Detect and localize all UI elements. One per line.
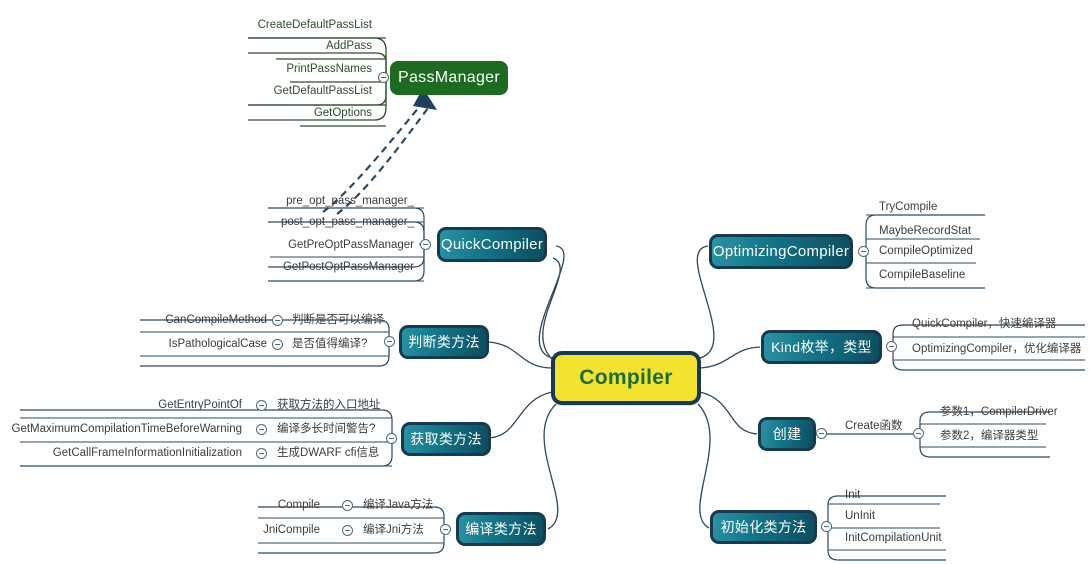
node-get-methods-label: 获取类方法 (410, 431, 482, 447)
node-pass-manager-label: PassManager (397, 69, 501, 86)
collapse-toggle-compile[interactable] (342, 500, 353, 511)
leaf-get-call-frame-information-initialization[interactable]: GetCallFrameInformationInitialization (10, 447, 242, 460)
leaf-compile-optimized[interactable]: CompileOptimized (879, 245, 973, 258)
node-create-label: 创建 (772, 426, 802, 442)
note-get-entry-point-of: 获取方法的入口地址 (277, 399, 381, 411)
leaf-init-compilation-unit[interactable]: InitCompilationUnit (845, 532, 942, 545)
note-get-call-frame-information-initialization: 生成DWARF cfi信息 (277, 447, 380, 459)
note-jni-compile: 编译Jni方法 (363, 524, 424, 536)
node-compile-methods[interactable]: 编译类方法 (456, 512, 546, 546)
leaf-add-pass[interactable]: AddPass (172, 40, 372, 53)
node-kind-enum[interactable]: Kind枚举，类型 (761, 330, 882, 364)
leaf-post-opt-pass-manager[interactable]: post_opt_pass_manager_ (182, 216, 414, 229)
collapse-toggle-get-entry-point-of[interactable] (256, 400, 267, 411)
leaf-get-options[interactable]: GetOptions (172, 107, 372, 120)
collapse-toggle-create[interactable] (816, 428, 827, 439)
node-judge-methods-label: 判断类方法 (408, 334, 480, 350)
leaf-get-pre-opt-pass-manager[interactable]: GetPreOptPassManager (182, 239, 414, 252)
node-init-methods-label: 初始化类方法 (720, 519, 807, 535)
leaf-maybe-record-stat[interactable]: MaybeRecordStat (879, 225, 971, 238)
collapse-toggle-init-methods[interactable] (821, 521, 832, 532)
leaf-compile[interactable]: Compile (210, 499, 320, 512)
leaf-can-compile-method[interactable]: CanCompileMethod (40, 314, 267, 327)
collapse-toggle-create-function[interactable] (913, 428, 924, 439)
node-kind-enum-label: Kind枚举，类型 (771, 339, 872, 355)
collapse-toggle-get-methods[interactable] (386, 433, 397, 444)
leaf-init[interactable]: Init (845, 489, 860, 502)
leaf-get-default-pass-list[interactable]: GetDefaultPassList (172, 85, 372, 98)
collapse-toggle-pass-manager[interactable] (378, 72, 389, 83)
leaf-get-maximum-compilation-time[interactable]: GetMaximumCompilationTimeBeforeWarning (10, 423, 243, 436)
collapse-toggle-get-call-frame-information-initialization[interactable] (256, 448, 267, 459)
collapse-toggle-compile-methods[interactable] (440, 524, 451, 535)
center-node-compiler[interactable]: Compiler (551, 351, 701, 405)
node-pass-manager[interactable]: PassManager (390, 61, 508, 95)
leaf-get-post-opt-pass-manager[interactable]: GetPostOptPassManager (182, 261, 414, 274)
node-optimizing-compiler-label: OptimizingCompiler (712, 243, 850, 260)
leaf-compile-baseline[interactable]: CompileBaseline (879, 269, 965, 282)
collapse-toggle-optimizing-compiler[interactable] (858, 246, 869, 257)
node-init-methods[interactable]: 初始化类方法 (710, 510, 817, 544)
leaf-uninit[interactable]: UnInit (845, 510, 875, 523)
leaf-create-default-pass-list[interactable]: CreateDefaultPassList (172, 19, 372, 32)
node-create[interactable]: 创建 (758, 417, 816, 451)
leaf-jni-compile[interactable]: JniCompile (210, 524, 320, 537)
node-compile-methods-label: 编译类方法 (465, 521, 537, 537)
leaf-create-function[interactable]: Create函数 (845, 420, 903, 433)
leaf-get-entry-point-of[interactable]: GetEntryPointOf (10, 399, 242, 412)
note-compile: 编译Java方法 (363, 499, 434, 511)
leaf-try-compile[interactable]: TryCompile (879, 201, 937, 214)
node-quick-compiler[interactable]: QuickCompiler (437, 227, 547, 262)
collapse-toggle-get-maximum-compilation-time[interactable] (256, 424, 267, 435)
node-quick-compiler-label: QuickCompiler (440, 236, 544, 253)
leaf-print-pass-names[interactable]: PrintPassNames (172, 63, 372, 76)
leaf-is-pathological-case[interactable]: IsPathologicalCase (40, 338, 267, 351)
note-get-maximum-compilation-time: 编译多长时间警告? (277, 423, 376, 435)
collapse-toggle-can-compile-method[interactable] (272, 315, 283, 326)
collapse-toggle-quick-compiler[interactable] (420, 239, 431, 250)
center-node-label: Compiler (579, 366, 673, 389)
node-optimizing-compiler[interactable]: OptimizingCompiler (709, 234, 853, 269)
note-is-pathological-case: 是否值得编译? (292, 338, 368, 350)
mindmap-canvas: Compiler PassManager CreateDefaultPassLi… (0, 0, 1090, 564)
leaf-kind-optimizing-compiler[interactable]: OptimizingCompiler，优化编译器 (912, 343, 1081, 356)
note-can-compile-method: 判断是否可以编译 (292, 314, 384, 326)
node-get-methods[interactable]: 获取类方法 (401, 422, 491, 456)
leaf-create-param-2[interactable]: 参数2，编译器类型 (940, 430, 1038, 443)
collapse-toggle-jni-compile[interactable] (342, 525, 353, 536)
collapse-toggle-is-pathological-case[interactable] (272, 339, 283, 350)
collapse-toggle-kind-enum[interactable] (886, 341, 897, 352)
leaf-pre-opt-pass-manager[interactable]: pre_opt_pass_manager_ (182, 195, 414, 208)
leaf-create-param-1[interactable]: 参数1，CompilerDriver (940, 406, 1058, 419)
leaf-kind-quick-compiler[interactable]: QuickCompiler，快速编译器 (912, 318, 1056, 331)
collapse-toggle-judge-methods[interactable] (384, 336, 395, 347)
node-judge-methods[interactable]: 判断类方法 (399, 325, 489, 359)
connector-lines (20, 37, 1085, 561)
